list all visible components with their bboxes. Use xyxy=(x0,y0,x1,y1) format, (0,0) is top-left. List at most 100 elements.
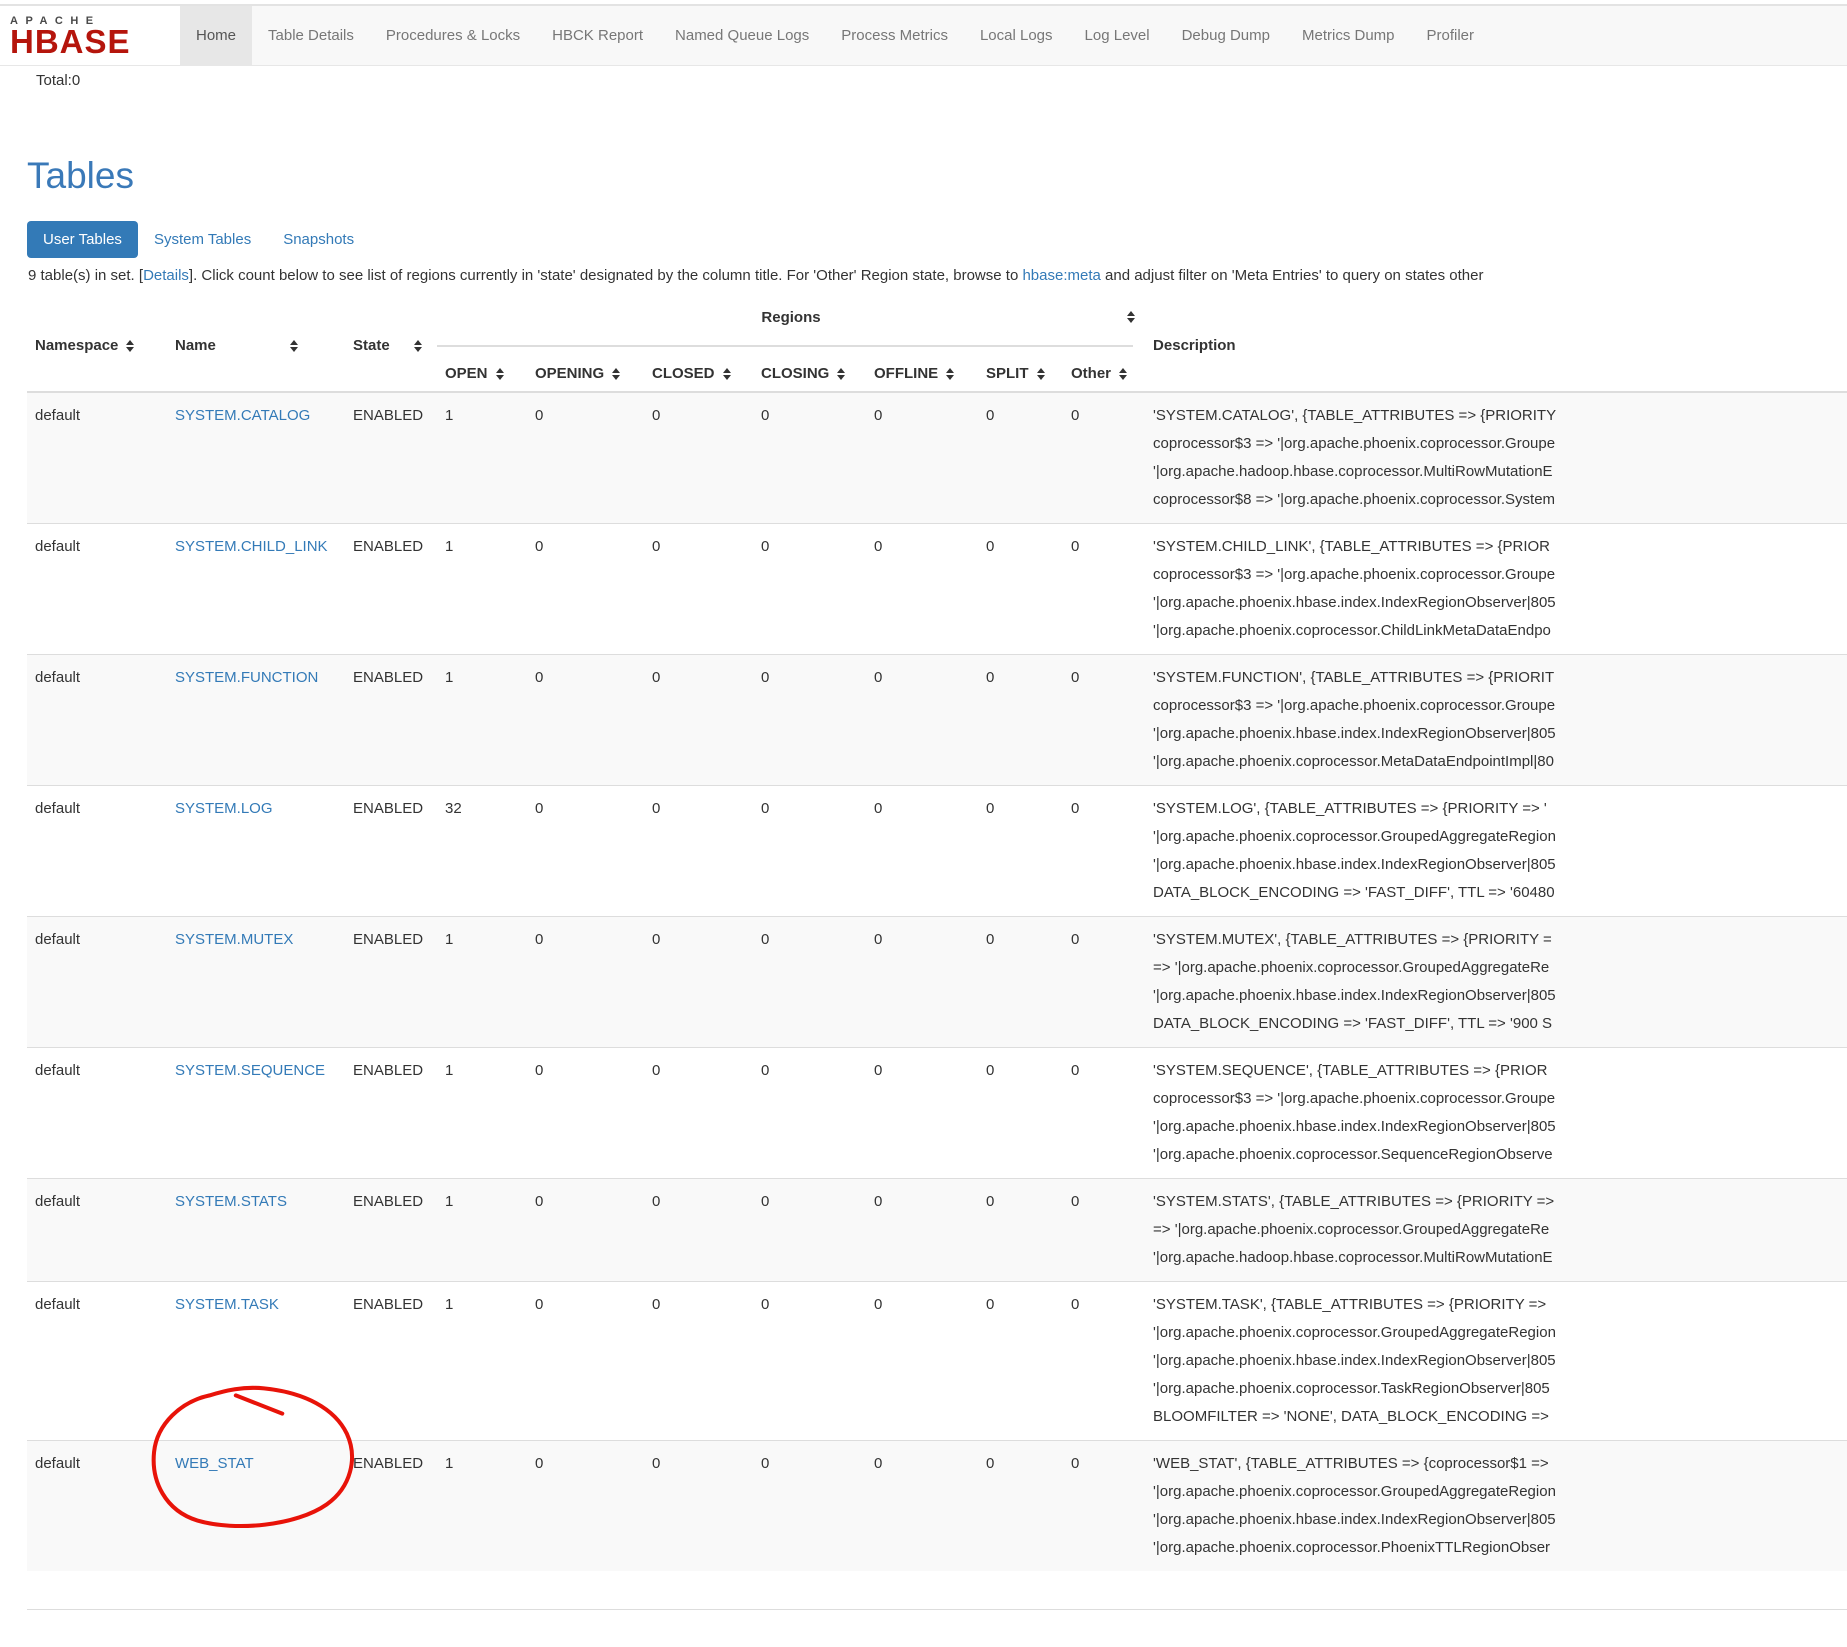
cell-region-count-other[interactable]: 0 xyxy=(1063,917,1145,1048)
nav-item-log-level[interactable]: Log Level xyxy=(1069,6,1166,65)
sort-icon[interactable] xyxy=(414,340,422,352)
nav-item-home[interactable]: Home xyxy=(180,6,252,65)
cell-region-count-closed[interactable]: 0 xyxy=(644,392,753,524)
nav-item-metrics-dump[interactable]: Metrics Dump xyxy=(1286,6,1411,65)
cell-region-count-offline[interactable]: 0 xyxy=(866,524,978,655)
cell-region-count-split[interactable]: 0 xyxy=(978,392,1063,524)
table-name-link-system-child-link[interactable]: SYSTEM.CHILD_LINK xyxy=(175,538,328,555)
cell-region-count-other[interactable]: 0 xyxy=(1063,524,1145,655)
cell-region-count-offline[interactable]: 0 xyxy=(866,1441,978,1572)
nav-item-debug-dump[interactable]: Debug Dump xyxy=(1166,6,1286,65)
sort-icon[interactable] xyxy=(126,340,134,352)
cell-region-count-open[interactable]: 1 xyxy=(437,655,527,786)
cell-region-count-other[interactable]: 0 xyxy=(1063,1441,1145,1572)
cell-region-count-open[interactable]: 32 xyxy=(437,786,527,917)
sort-icon[interactable] xyxy=(837,368,845,380)
table-name-link-system-catalog[interactable]: SYSTEM.CATALOG xyxy=(175,407,310,424)
cell-region-count-closing[interactable]: 0 xyxy=(753,786,866,917)
sort-icon[interactable] xyxy=(290,340,298,352)
tab-snapshots[interactable]: Snapshots xyxy=(267,221,370,258)
cell-region-count-split[interactable]: 0 xyxy=(978,524,1063,655)
cell-region-count-other[interactable]: 0 xyxy=(1063,1179,1145,1282)
cell-region-count-other[interactable]: 0 xyxy=(1063,1282,1145,1441)
cell-region-count-opening[interactable]: 0 xyxy=(527,392,644,524)
cell-region-count-opening[interactable]: 0 xyxy=(527,1282,644,1441)
cell-region-count-closing[interactable]: 0 xyxy=(753,1282,866,1441)
cell-region-count-opening[interactable]: 0 xyxy=(527,524,644,655)
cell-region-count-closed[interactable]: 0 xyxy=(644,655,753,786)
cell-region-count-closed[interactable]: 0 xyxy=(644,1282,753,1441)
cell-region-count-closed[interactable]: 0 xyxy=(644,917,753,1048)
cell-region-count-closing[interactable]: 0 xyxy=(753,1179,866,1282)
nav-item-procedures-locks[interactable]: Procedures & Locks xyxy=(370,6,536,65)
cell-region-count-offline[interactable]: 0 xyxy=(866,392,978,524)
hbase-logo[interactable]: APACHE HBASE xyxy=(0,6,180,65)
cell-region-count-open[interactable]: 1 xyxy=(437,1441,527,1572)
cell-region-count-closing[interactable]: 0 xyxy=(753,655,866,786)
table-name-link-system-stats[interactable]: SYSTEM.STATS xyxy=(175,1193,287,1210)
nav-item-local-logs[interactable]: Local Logs xyxy=(964,6,1069,65)
sort-icon[interactable] xyxy=(612,368,620,380)
cell-region-count-closing[interactable]: 0 xyxy=(753,524,866,655)
table-name-link-system-mutex[interactable]: SYSTEM.MUTEX xyxy=(175,931,293,948)
sort-icon[interactable] xyxy=(1037,368,1045,380)
sort-icon[interactable] xyxy=(496,368,504,380)
cell-region-count-split[interactable]: 0 xyxy=(978,1048,1063,1179)
cell-region-count-offline[interactable]: 0 xyxy=(866,1179,978,1282)
cell-region-count-open[interactable]: 1 xyxy=(437,524,527,655)
cell-region-count-opening[interactable]: 0 xyxy=(527,1441,644,1572)
cell-region-count-other[interactable]: 0 xyxy=(1063,786,1145,917)
table-name-link-system-task[interactable]: SYSTEM.TASK xyxy=(175,1296,279,1313)
cell-region-count-other[interactable]: 0 xyxy=(1063,1048,1145,1179)
details-link[interactable]: Details xyxy=(143,267,189,284)
cell-region-count-closed[interactable]: 0 xyxy=(644,1441,753,1572)
cell-region-count-offline[interactable]: 0 xyxy=(866,917,978,1048)
sort-icon[interactable] xyxy=(946,368,954,380)
cell-region-count-closed[interactable]: 0 xyxy=(644,524,753,655)
nav-item-profiler[interactable]: Profiler xyxy=(1411,6,1491,65)
sort-icon[interactable] xyxy=(1127,311,1135,323)
hbase-meta-link[interactable]: hbase:meta xyxy=(1022,267,1100,284)
table-name-link-web-stat[interactable]: WEB_STAT xyxy=(175,1455,254,1472)
sort-icon[interactable] xyxy=(1119,368,1127,380)
cell-region-count-other[interactable]: 0 xyxy=(1063,655,1145,786)
cell-region-count-split[interactable]: 0 xyxy=(978,655,1063,786)
cell-region-count-split[interactable]: 0 xyxy=(978,1441,1063,1572)
cell-region-count-open[interactable]: 1 xyxy=(437,1282,527,1441)
cell-region-count-closed[interactable]: 0 xyxy=(644,1179,753,1282)
cell-region-count-split[interactable]: 0 xyxy=(978,1282,1063,1441)
table-name-link-system-sequence[interactable]: SYSTEM.SEQUENCE xyxy=(175,1062,325,1079)
cell-region-count-closing[interactable]: 0 xyxy=(753,917,866,1048)
table-name-link-system-function[interactable]: SYSTEM.FUNCTION xyxy=(175,669,318,686)
nav-item-named-queue-logs[interactable]: Named Queue Logs xyxy=(659,6,825,65)
cell-region-count-offline[interactable]: 0 xyxy=(866,1048,978,1179)
cell-region-count-open[interactable]: 1 xyxy=(437,392,527,524)
nav-item-hbck-report[interactable]: HBCK Report xyxy=(536,6,659,65)
cell-region-count-opening[interactable]: 0 xyxy=(527,1179,644,1282)
cell-region-count-other[interactable]: 0 xyxy=(1063,392,1145,524)
cell-region-count-offline[interactable]: 0 xyxy=(866,1282,978,1441)
cell-region-count-closing[interactable]: 0 xyxy=(753,392,866,524)
cell-region-count-offline[interactable]: 0 xyxy=(866,786,978,917)
tab-user-tables[interactable]: User Tables xyxy=(27,221,138,258)
nav-item-table-details[interactable]: Table Details xyxy=(252,6,370,65)
cell-region-count-open[interactable]: 1 xyxy=(437,1048,527,1179)
tab-system-tables[interactable]: System Tables xyxy=(138,221,267,258)
cell-region-count-split[interactable]: 0 xyxy=(978,917,1063,1048)
cell-region-count-closing[interactable]: 0 xyxy=(753,1048,866,1179)
nav-item-process-metrics[interactable]: Process Metrics xyxy=(825,6,964,65)
cell-region-count-closed[interactable]: 0 xyxy=(644,1048,753,1179)
cell-region-count-opening[interactable]: 0 xyxy=(527,786,644,917)
cell-region-count-opening[interactable]: 0 xyxy=(527,655,644,786)
cell-region-count-offline[interactable]: 0 xyxy=(866,655,978,786)
cell-region-count-split[interactable]: 0 xyxy=(978,786,1063,917)
cell-region-count-opening[interactable]: 0 xyxy=(527,1048,644,1179)
cell-region-count-closed[interactable]: 0 xyxy=(644,786,753,917)
cell-region-count-closing[interactable]: 0 xyxy=(753,1441,866,1572)
table-name-link-system-log[interactable]: SYSTEM.LOG xyxy=(175,800,273,817)
cell-region-count-split[interactable]: 0 xyxy=(978,1179,1063,1282)
cell-region-count-opening[interactable]: 0 xyxy=(527,917,644,1048)
sort-icon[interactable] xyxy=(723,368,731,380)
cell-region-count-open[interactable]: 1 xyxy=(437,917,527,1048)
cell-region-count-open[interactable]: 1 xyxy=(437,1179,527,1282)
